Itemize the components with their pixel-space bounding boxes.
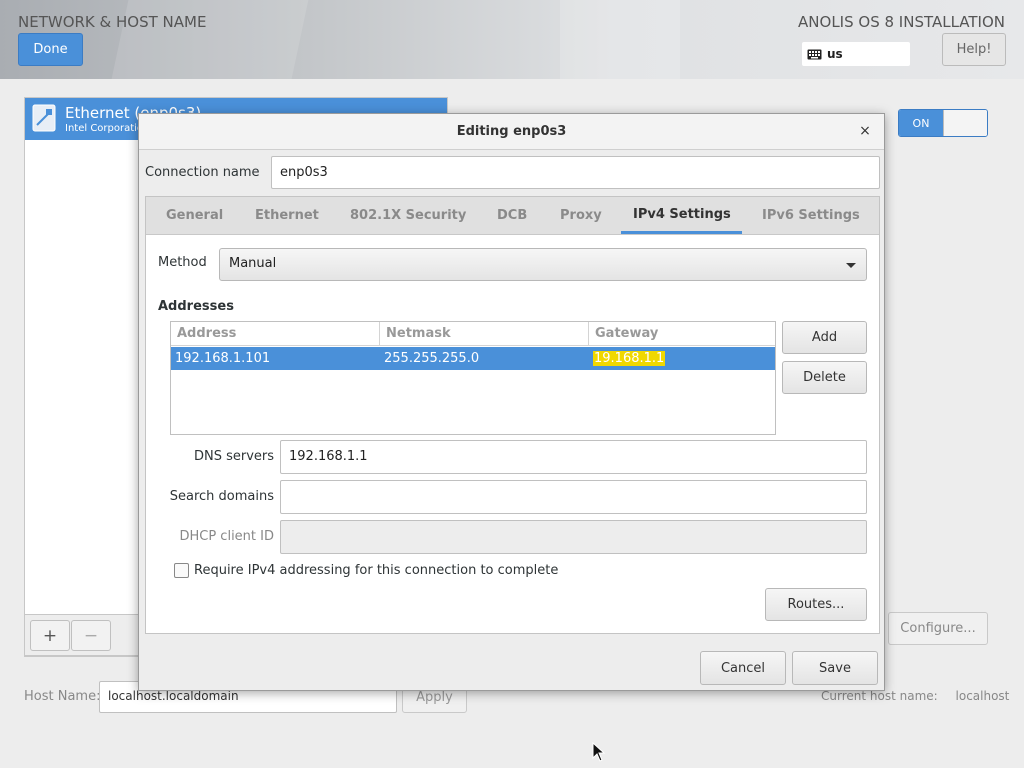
connection-name-label: Connection name xyxy=(145,165,260,180)
configure-button[interactable]: Configure... xyxy=(888,612,988,645)
dhcp-client-id-label: DHCP client ID xyxy=(179,529,274,544)
column-header-netmask[interactable]: Netmask xyxy=(380,322,589,346)
add-address-button[interactable]: Add xyxy=(782,321,867,354)
column-header-gateway[interactable]: Gateway xyxy=(589,322,775,346)
delete-address-button[interactable]: Delete xyxy=(782,361,867,394)
column-header-address[interactable]: Address xyxy=(171,322,380,346)
cancel-button[interactable]: Cancel xyxy=(700,651,786,685)
addresses-heading: Addresses xyxy=(158,299,234,314)
save-button[interactable]: Save xyxy=(792,651,878,685)
device-description: Intel Corporation xyxy=(65,123,150,134)
method-value: Manual xyxy=(229,256,277,271)
search-domains-label: Search domains xyxy=(169,489,274,504)
product-title: ANOLIS OS 8 INSTALLATION xyxy=(798,13,1005,31)
gateway-cell[interactable]: 19.168.1.1 xyxy=(589,347,669,370)
current-hostname-label: Current host name: xyxy=(821,689,938,703)
edit-connection-dialog: Editing enp0s3 × Connection name enp0s3 … xyxy=(138,113,885,691)
method-dropdown[interactable]: Manual xyxy=(219,248,867,281)
netmask-cell[interactable]: 255.255.255.0 xyxy=(380,347,483,370)
current-hostname-value: localhost xyxy=(955,689,1010,703)
dns-servers-input[interactable]: 192.168.1.1 xyxy=(280,440,867,474)
header-background-shape xyxy=(111,0,309,79)
require-ipv4-label[interactable]: Require IPv4 addressing for this connect… xyxy=(194,563,558,578)
add-device-button[interactable]: + xyxy=(30,620,70,651)
settings-notebook: General Ethernet 802.1X Security DCB Pro… xyxy=(145,196,880,634)
dhcp-client-id-input[interactable] xyxy=(280,520,867,554)
tab-ethernet[interactable]: Ethernet xyxy=(255,197,319,234)
header-background-shape xyxy=(560,0,680,79)
tab-ipv6-settings[interactable]: IPv6 Settings xyxy=(762,197,860,234)
gateway-cell-edit-text[interactable]: 19.168.1.1 xyxy=(593,351,666,366)
ethernet-icon xyxy=(32,104,56,132)
toggle-knob xyxy=(943,110,987,136)
keyboard-layout-indicator[interactable]: us xyxy=(802,42,910,66)
mouse-pointer-icon xyxy=(592,742,606,762)
require-ipv4-checkbox[interactable] xyxy=(174,563,189,578)
tab-dcb[interactable]: DCB xyxy=(497,197,527,234)
screen-title: NETWORK & HOST NAME xyxy=(18,13,207,31)
tab-proxy[interactable]: Proxy xyxy=(560,197,602,234)
device-list-toolbar: + − xyxy=(24,614,140,656)
toggle-on-label: ON xyxy=(899,110,943,136)
tab-802-1x-security[interactable]: 802.1X Security xyxy=(350,197,466,234)
tab-general[interactable]: General xyxy=(166,197,223,234)
dialog-title: Editing enp0s3 xyxy=(139,114,884,150)
tab-bar: General Ethernet 802.1X Security DCB Pro… xyxy=(146,197,879,235)
search-domains-input[interactable] xyxy=(280,480,867,514)
chevron-down-icon xyxy=(846,263,856,268)
routes-button[interactable]: Routes... xyxy=(765,588,867,621)
method-label: Method xyxy=(158,255,207,270)
device-toggle-switch[interactable]: ON xyxy=(898,109,988,137)
keyboard-layout-label: us xyxy=(827,47,843,61)
remove-device-button[interactable]: − xyxy=(71,620,111,651)
help-button[interactable]: Help! xyxy=(942,33,1006,66)
table-row[interactable]: 192.168.1.101 255.255.255.0 19.168.1.1 xyxy=(171,347,775,370)
address-cell[interactable]: 192.168.1.101 xyxy=(171,347,274,370)
addresses-table-header: Address Netmask Gateway xyxy=(171,322,775,346)
done-button[interactable]: Done xyxy=(18,33,83,66)
addresses-table: Address Netmask Gateway 192.168.1.101 25… xyxy=(170,321,776,435)
keyboard-icon xyxy=(807,49,822,59)
hostname-label: Host Name: xyxy=(24,689,101,704)
dns-servers-label: DNS servers xyxy=(193,449,274,464)
tab-ipv4-settings[interactable]: IPv4 Settings xyxy=(621,197,742,234)
current-hostname: Current host name: localhost xyxy=(821,689,1009,703)
connection-name-input[interactable]: enp0s3 xyxy=(271,156,880,189)
header-band xyxy=(0,0,1024,79)
close-icon[interactable]: × xyxy=(856,122,874,140)
